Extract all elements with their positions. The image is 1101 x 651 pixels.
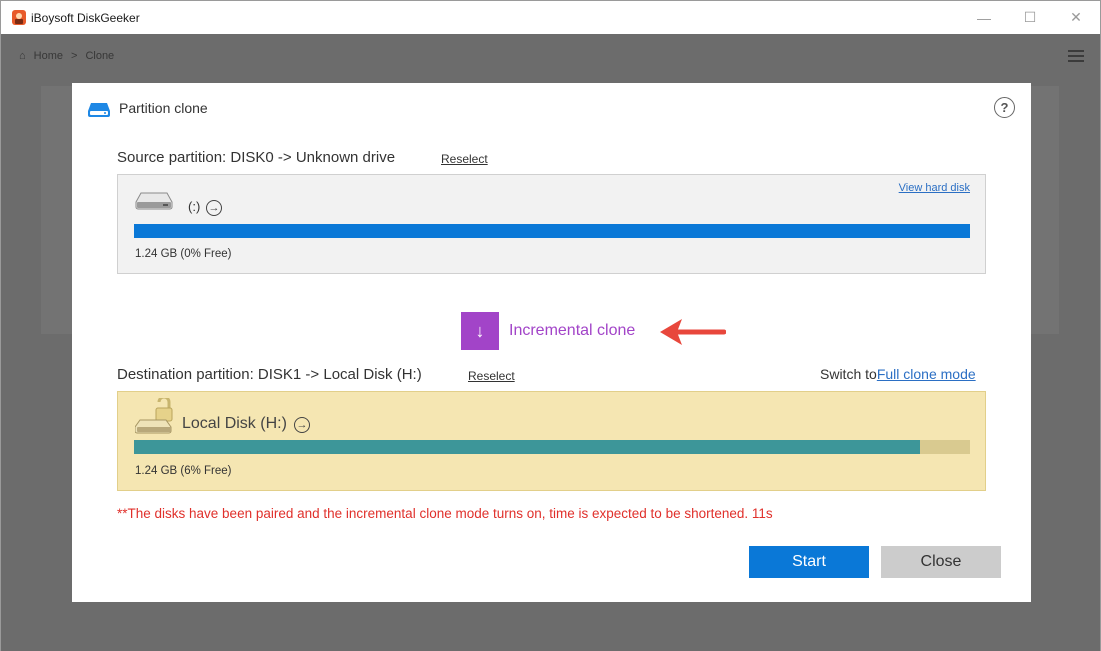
source-partition-card: View hard disk (:) → 1.24 GB (0% Free) [117,174,986,274]
help-icon: ? [1000,100,1009,115]
dialog-title: Partition clone [119,100,208,116]
arrow-down-icon: ↓ [461,312,499,350]
incremental-clone-notice: **The disks have been paired and the inc… [117,506,773,521]
source-partition-name: (:) [188,199,201,214]
view-hard-disk-link[interactable]: View hard disk [899,182,970,194]
clone-mode-label: Incremental clone [509,322,636,339]
destination-size-text: 1.24 GB (6% Free) [135,465,232,477]
maximize-button[interactable]: ☐ [1007,1,1053,34]
window-title: iBoysoft DiskGeeker [31,11,140,25]
app-logo-icon [12,10,26,25]
hard-drive-icon [135,192,173,210]
arrow-right-circle-icon[interactable]: → [206,200,222,216]
clone-mode-indicator: ↓ Incremental clone [461,312,635,350]
destination-usage-bar [134,440,970,454]
full-clone-mode-link[interactable]: Full clone mode [877,366,976,382]
close-icon: ✕ [1070,9,1082,25]
start-button[interactable]: Start [749,546,869,578]
minimize-icon: — [977,9,991,26]
annotation-arrow-icon [660,319,726,345]
help-button[interactable]: ? [994,97,1015,118]
destination-partition-name: Local Disk (H:) [182,415,287,432]
source-usage-bar [134,224,970,238]
partition-clone-dialog: Partition clone ? Source partition: DISK… [72,83,1031,602]
switch-to-label: Switch to [820,366,877,382]
locked-drive-icon [135,398,173,434]
source-usage-fill [134,224,970,238]
destination-reselect-link[interactable]: Reselect [468,369,515,383]
destination-usage-fill [134,440,920,454]
source-reselect-link[interactable]: Reselect [441,152,488,166]
title-bar: iBoysoft DiskGeeker — ☐ ✕ [1,1,1100,34]
maximize-icon: ☐ [1023,9,1037,25]
app-window: iBoysoft DiskGeeker — ☐ ✕ ⌂ Home > Clone… [0,0,1101,651]
arrow-right-circle-icon[interactable]: → [294,417,310,433]
destination-partition-label: Destination partition: DISK1 -> Local Di… [117,366,422,383]
close-button[interactable]: Close [881,546,1001,578]
source-partition-label: Source partition: DISK0 -> Unknown drive [117,149,396,166]
switch-mode-text: Switch toFull clone mode [820,366,976,382]
destination-partition-card: Local Disk (H:) → 1.24 GB (6% Free) [117,391,986,491]
drive-icon [88,103,110,117]
source-size-text: 1.24 GB (0% Free) [135,248,232,260]
window-close-button[interactable]: ✕ [1053,1,1099,34]
minimize-button[interactable]: — [961,1,1007,34]
